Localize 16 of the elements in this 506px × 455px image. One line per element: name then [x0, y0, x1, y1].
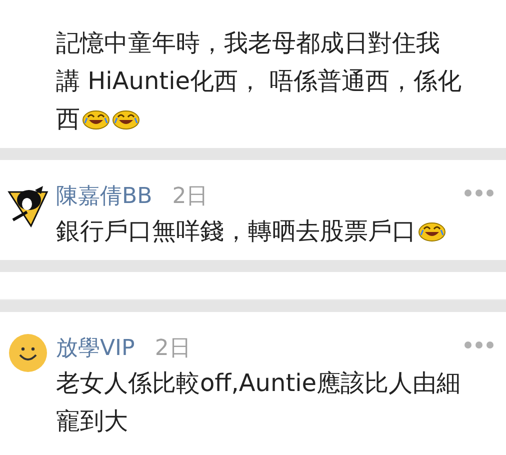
comment-text: 西 [56, 104, 80, 135]
laughing-face-icon [112, 108, 140, 130]
comment-text: 寵到大 [56, 406, 128, 437]
laughing-face-icon [82, 108, 110, 130]
more-icon[interactable] [464, 189, 494, 197]
comment-text: 記憶中童年時，我老母都成日對住我 [56, 28, 440, 59]
user-name[interactable]: 放學VIP [56, 332, 135, 364]
comment-text: 老女人係比較off,Auntie應該比人由細 [56, 368, 461, 399]
comment-text: 銀行戶口無咩錢，轉晒去股票戶口 [56, 216, 416, 247]
post-time: 2日 [154, 334, 191, 362]
laughing-face-icon [418, 220, 446, 242]
post-time: 2日 [172, 182, 208, 210]
comment-text: 講 HiAuntie化西， 唔係普通西，係化 [56, 66, 462, 97]
user-name[interactable]: 陳嘉倩BB [56, 180, 152, 212]
smiley-avatar-icon [9, 334, 47, 372]
more-icon[interactable] [464, 341, 494, 349]
